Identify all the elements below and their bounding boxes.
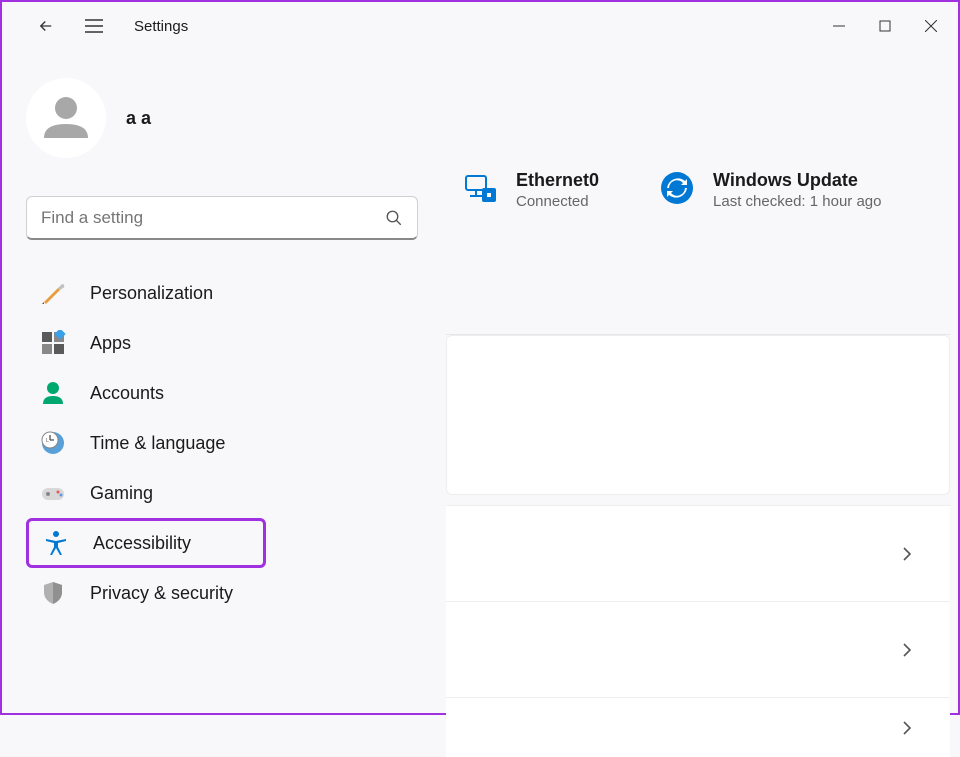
arrow-left-icon: [37, 17, 55, 35]
content-row[interactable]: [446, 697, 950, 757]
sidebar-item-label: Accessibility: [93, 533, 191, 554]
sidebar-item-personalization[interactable]: Personalization: [26, 268, 418, 318]
sidebar-item-label: Personalization: [90, 283, 213, 304]
titlebar-left: Settings: [6, 6, 188, 46]
network-subtitle: Connected: [516, 193, 599, 210]
sidebar-item-label: Accounts: [90, 383, 164, 404]
close-icon: [925, 20, 937, 32]
main-area: Ethernet0 Connected Windows Update Last …: [442, 50, 958, 713]
chevron-right-icon: [898, 641, 916, 659]
minimize-icon: [833, 20, 845, 32]
minimize-button[interactable]: [816, 7, 862, 45]
accounts-icon: [40, 380, 66, 406]
content-row[interactable]: [446, 601, 950, 697]
back-button[interactable]: [26, 6, 66, 46]
content-panel-top: [446, 335, 950, 495]
maximize-button[interactable]: [862, 7, 908, 45]
avatar: [26, 78, 106, 158]
update-subtitle: Last checked: 1 hour ago: [713, 193, 881, 210]
update-status-card[interactable]: Windows Update Last checked: 1 hour ago: [659, 170, 881, 210]
content-panels: [446, 334, 950, 757]
search-box[interactable]: [26, 196, 418, 240]
sidebar-item-time-language[interactable]: L Time & language: [26, 418, 418, 468]
user-info: a a: [126, 108, 151, 129]
sidebar-item-label: Gaming: [90, 483, 153, 504]
sidebar-item-accounts[interactable]: Accounts: [26, 368, 418, 418]
maximize-icon: [879, 20, 891, 32]
personalization-icon: [40, 280, 66, 306]
network-status-card[interactable]: Ethernet0 Connected: [462, 170, 599, 210]
svg-text:L: L: [46, 438, 49, 444]
network-status-text: Ethernet0 Connected: [516, 170, 599, 210]
sidebar-item-accessibility[interactable]: Accessibility: [26, 518, 266, 568]
privacy-icon: [40, 580, 66, 606]
content-row[interactable]: [446, 505, 950, 601]
search-icon: [385, 209, 403, 227]
avatar-icon: [38, 90, 94, 146]
sidebar: a a Personalization Apps: [2, 50, 442, 713]
app-title: Settings: [134, 18, 188, 35]
content: a a Personalization Apps: [2, 50, 958, 713]
window-controls: [816, 7, 954, 45]
ethernet-icon: [462, 170, 498, 206]
chevron-right-icon: [898, 545, 916, 563]
sidebar-item-apps[interactable]: Apps: [26, 318, 418, 368]
network-title: Ethernet0: [516, 170, 599, 191]
chevron-right-icon: [898, 719, 916, 737]
gaming-icon: [40, 480, 66, 506]
user-name: a a: [126, 108, 151, 129]
accessibility-icon: [43, 530, 69, 556]
sidebar-item-gaming[interactable]: Gaming: [26, 468, 418, 518]
user-section[interactable]: a a: [26, 50, 418, 178]
nav-menu-button[interactable]: [74, 6, 114, 46]
nav-list: Personalization Apps Accounts L Time & l…: [26, 268, 418, 618]
hamburger-icon: [85, 19, 103, 33]
sidebar-item-label: Apps: [90, 333, 131, 354]
titlebar: Settings: [2, 2, 958, 50]
status-cards: Ethernet0 Connected Windows Update Last …: [442, 50, 958, 210]
search-input[interactable]: [41, 208, 385, 228]
sidebar-item-label: Time & language: [90, 433, 225, 454]
sidebar-item-label: Privacy & security: [90, 583, 233, 604]
update-title: Windows Update: [713, 170, 881, 191]
sidebar-item-privacy[interactable]: Privacy & security: [26, 568, 418, 618]
update-status-text: Windows Update Last checked: 1 hour ago: [713, 170, 881, 210]
windows-update-icon: [659, 170, 695, 206]
time-language-icon: L: [40, 430, 66, 456]
apps-icon: [40, 330, 66, 356]
close-button[interactable]: [908, 7, 954, 45]
